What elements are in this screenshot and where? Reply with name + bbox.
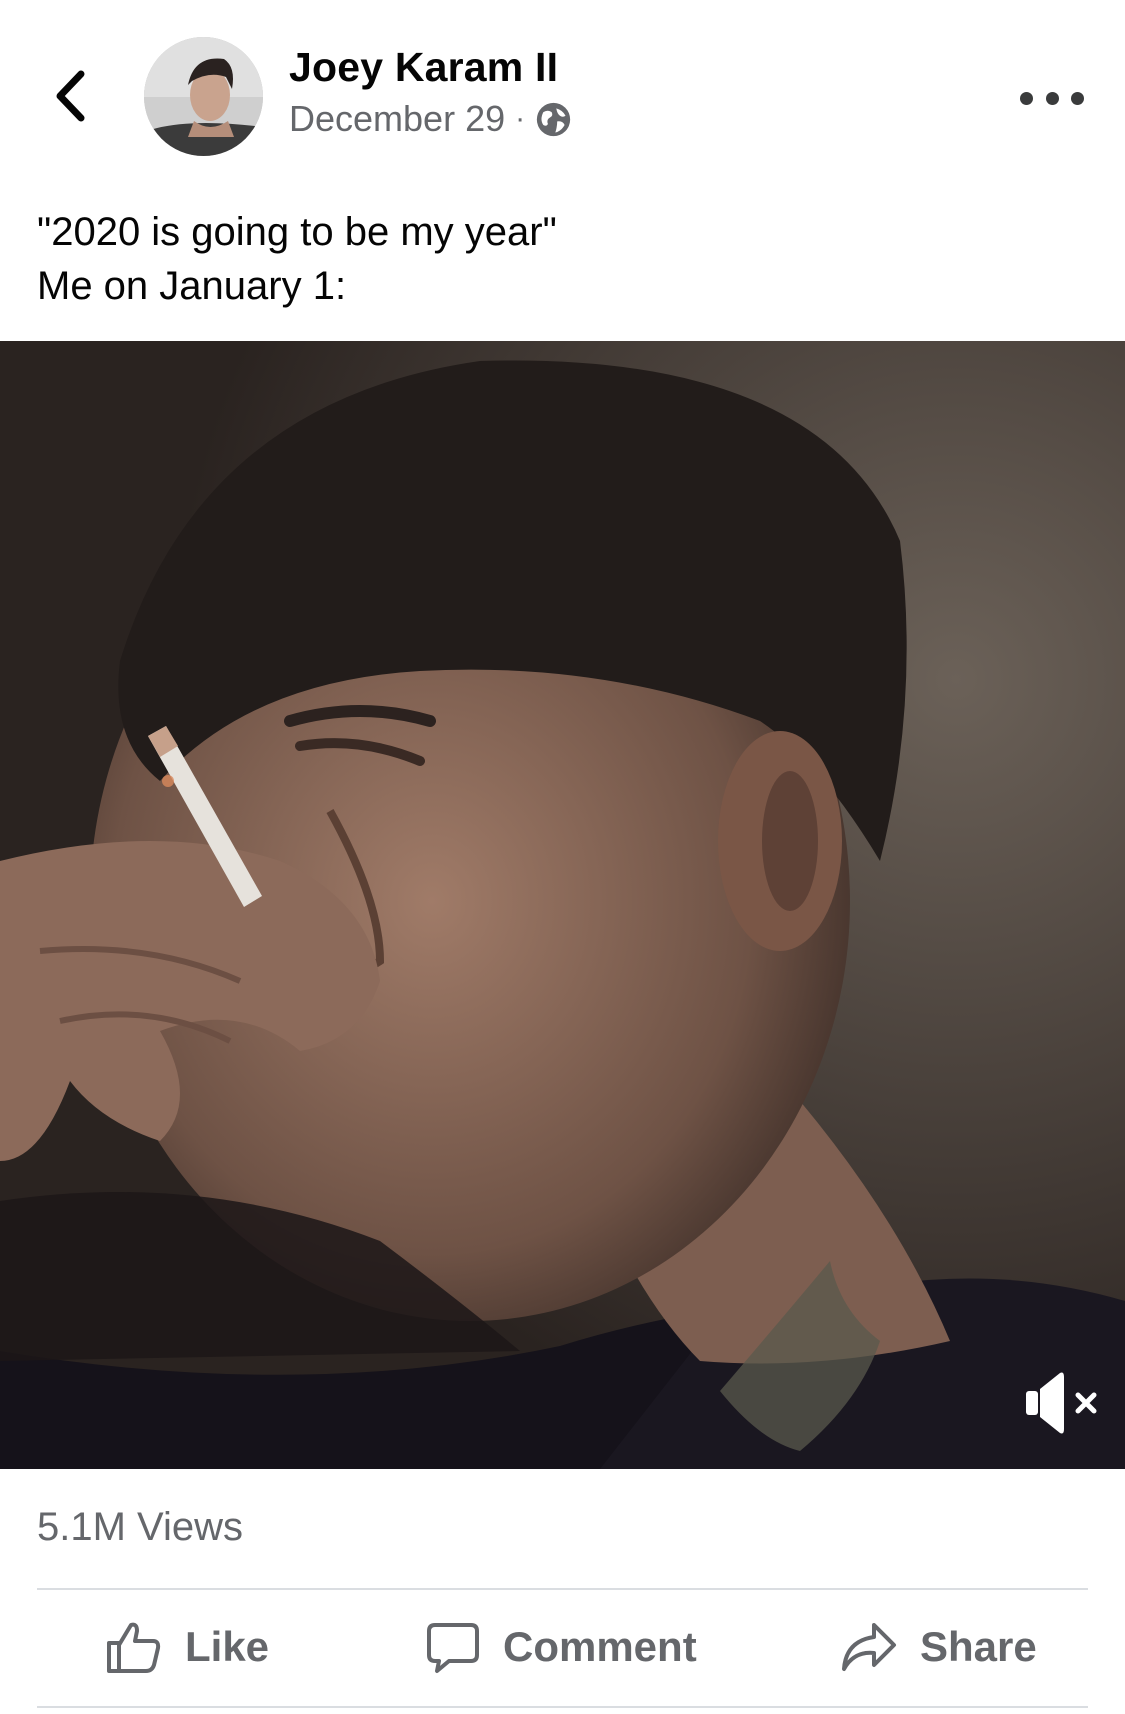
divider (37, 1588, 1088, 1590)
view-count[interactable]: 5.1M Views (37, 1505, 243, 1550)
more-options-button[interactable] (1020, 78, 1084, 118)
comment-button[interactable]: Comment (425, 1592, 697, 1702)
more-horizontal-icon (1020, 91, 1033, 105)
video-player[interactable] (0, 341, 1125, 1469)
more-horizontal-icon (1045, 91, 1059, 105)
avatar-image (144, 37, 263, 156)
thumbs-up-icon (107, 1622, 161, 1673)
speaker-muted-icon (1026, 1372, 1097, 1434)
comment-bubble-icon (427, 1623, 479, 1673)
more-horizontal-icon (1071, 91, 1084, 105)
like-label: Like (185, 1623, 270, 1670)
chevron-left-icon (56, 70, 85, 122)
mute-toggle-button[interactable] (1022, 1365, 1102, 1441)
back-button[interactable] (44, 60, 96, 132)
post-date[interactable]: December 29 (289, 98, 505, 140)
comment-label: Comment (503, 1623, 697, 1670)
post-meta: December 29 · (289, 98, 572, 140)
globe-icon[interactable] (535, 101, 572, 138)
post-header: Joey Karam II December 29 · (0, 0, 1125, 190)
avatar[interactable] (144, 37, 263, 156)
like-button[interactable]: Like (105, 1592, 269, 1702)
share-button[interactable]: Share (840, 1592, 1037, 1702)
post-caption: "2020 is going to be my year" Me on Janu… (37, 210, 557, 308)
share-arrow-icon (842, 1623, 896, 1671)
post-page: Joey Karam II December 29 · "2020 is goi… (0, 0, 1125, 1714)
meta-separator: · (515, 102, 526, 135)
author-name[interactable]: Joey Karam II (289, 44, 558, 91)
divider (37, 1706, 1088, 1708)
action-bar: Like Comment Share (0, 1592, 1125, 1702)
video-frame (0, 341, 1125, 1469)
share-label: Share (920, 1623, 1037, 1670)
